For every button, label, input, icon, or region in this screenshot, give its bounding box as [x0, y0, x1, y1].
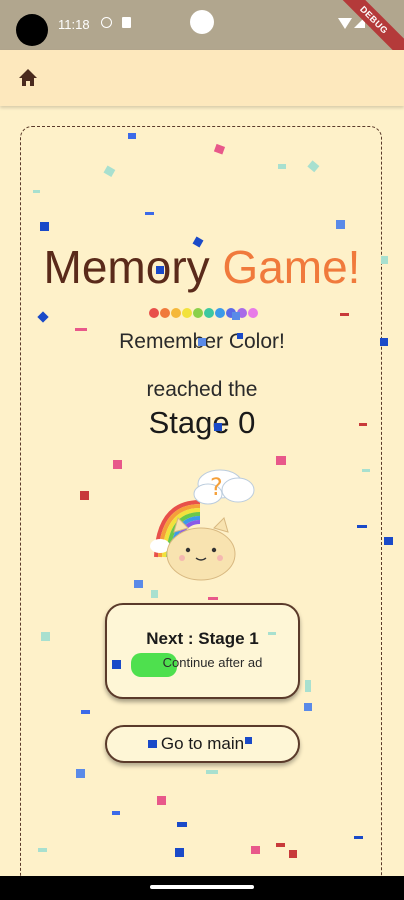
status-time: 11:18: [58, 17, 90, 32]
color-dot: [171, 308, 181, 318]
color-dot: [226, 308, 236, 318]
next-stage-label: Next : Stage 1: [146, 629, 259, 648]
status-bar: 11:18: [0, 0, 404, 50]
title-word-memory: Memory: [43, 241, 210, 293]
color-dot: [248, 308, 258, 318]
wifi-icon: [338, 18, 352, 29]
cat-face: [166, 517, 236, 581]
color-dot: [193, 308, 203, 318]
color-dot: [204, 308, 214, 318]
rainbow-cat-illustration: ?: [150, 469, 255, 581]
color-dot: [182, 308, 192, 318]
app-bar: [0, 50, 404, 106]
home-gesture-handle[interactable]: [150, 885, 254, 889]
next-stage-button[interactable]: Next : Stage 1 Continue after ad: [105, 603, 300, 699]
sd-card-icon: [122, 17, 131, 28]
thought-cloud: ?: [193, 469, 255, 505]
go-to-main-button[interactable]: Go to main: [105, 725, 300, 763]
color-dot: [160, 308, 170, 318]
globe-icon: [101, 17, 112, 28]
confetti-piece: [384, 537, 393, 545]
game-title: Memory Game!: [0, 240, 404, 294]
svg-text:?: ?: [210, 473, 223, 501]
color-dot: [149, 308, 159, 318]
home-button[interactable]: [14, 64, 42, 92]
camera-cutout: [16, 14, 48, 46]
stage-text: Stage 0: [148, 405, 256, 440]
reached-text: reached the: [146, 378, 258, 401]
home-icon: [19, 69, 37, 86]
camera-dot: [190, 10, 214, 34]
title-word-game: Game!: [222, 241, 361, 293]
subtitle: Remember Color!: [119, 330, 285, 353]
continue-after-ad-label: Continue after ad: [162, 655, 263, 670]
color-dot: [215, 308, 225, 318]
color-dots: [149, 308, 258, 318]
color-dot: [237, 308, 247, 318]
